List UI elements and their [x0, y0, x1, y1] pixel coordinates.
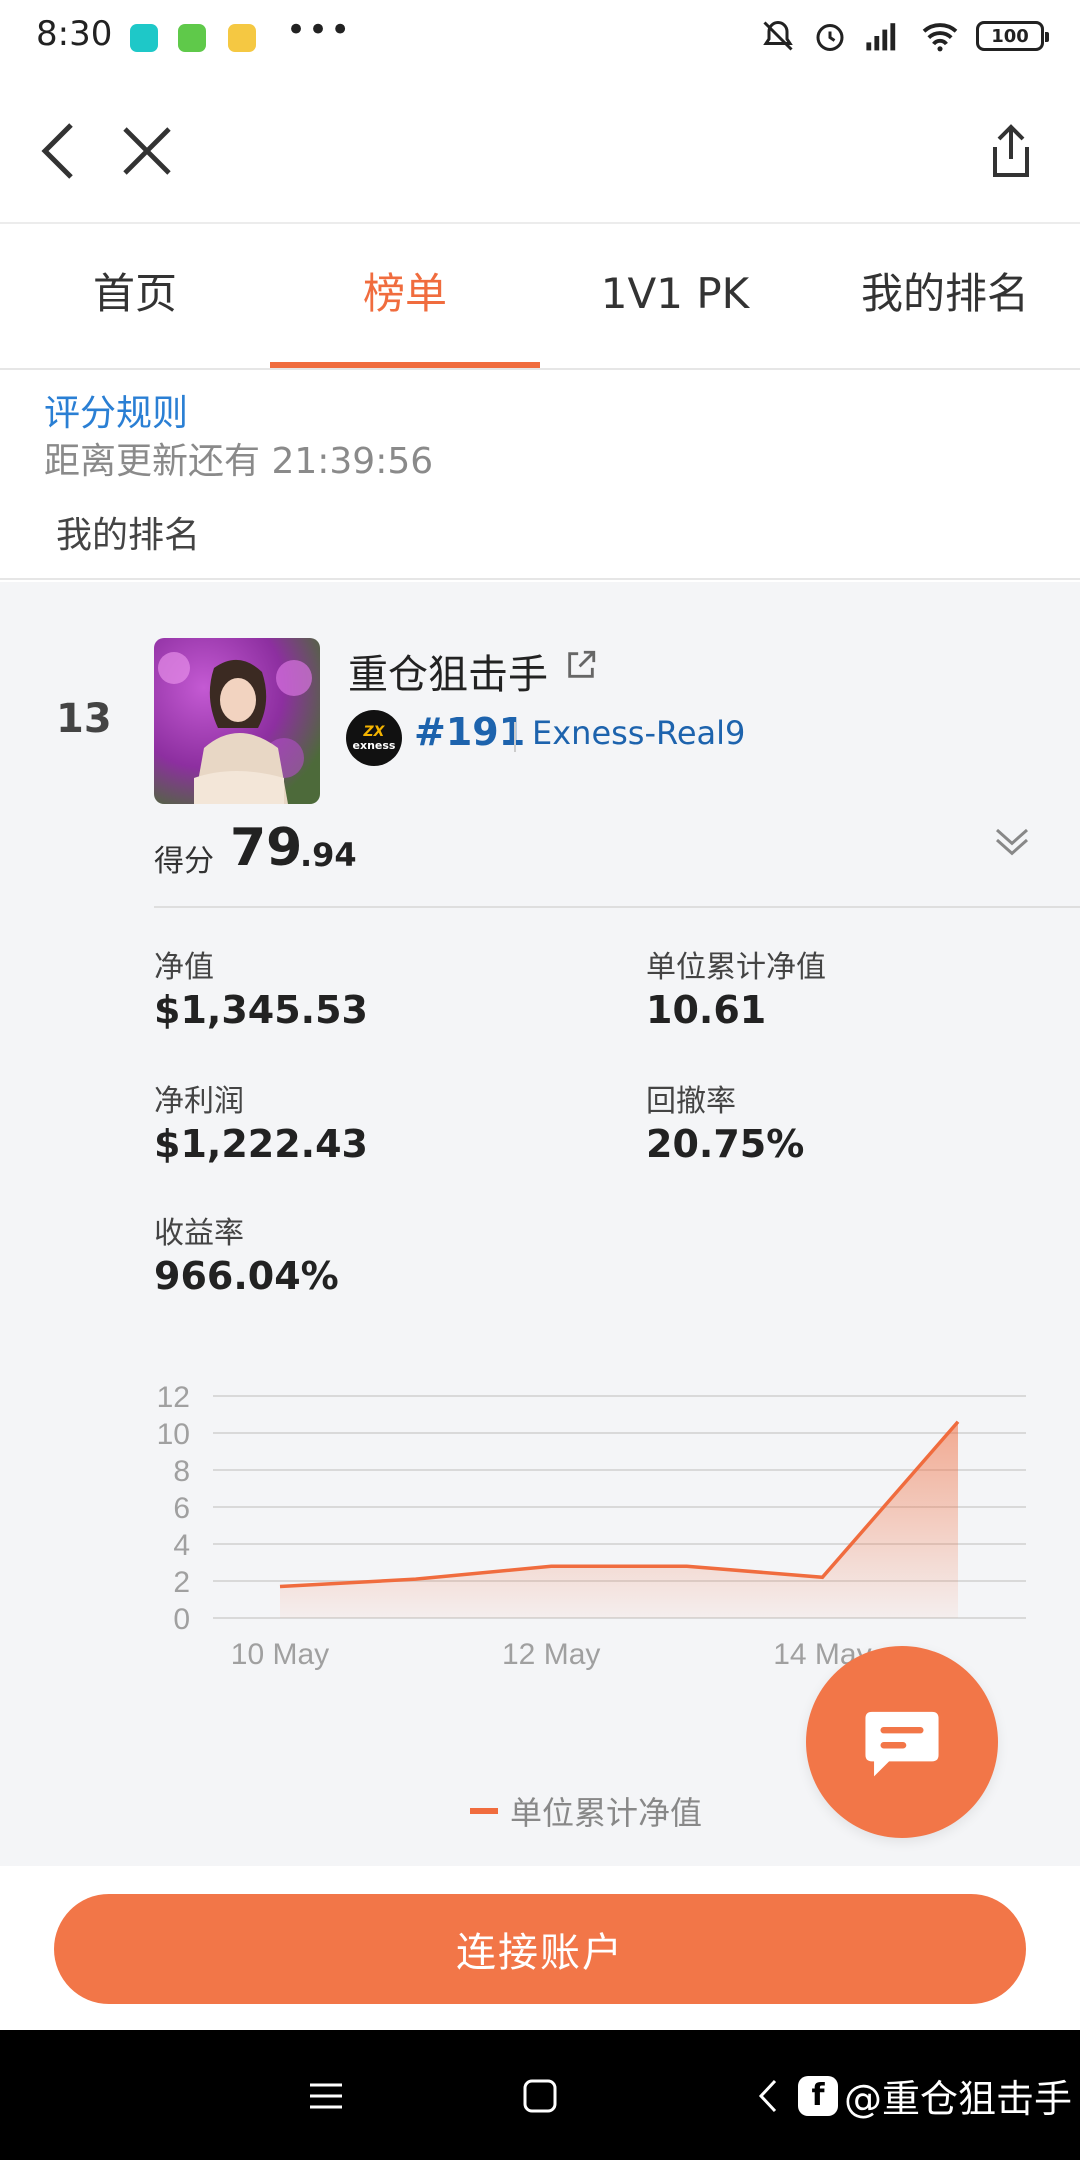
- my-rank-label: 我的排名: [56, 515, 201, 556]
- back-button[interactable]: [24, 116, 94, 186]
- broker-logo: ZX exness: [346, 710, 402, 766]
- server-name: Exness-Real9: [532, 714, 746, 752]
- y-tick-label: 8: [173, 1455, 190, 1488]
- legend-label: 单位累计净值: [510, 1794, 703, 1832]
- avatar[interactable]: [154, 638, 320, 804]
- tab-bar: 首页 榜单 1V1 PK 我的排名: [0, 224, 1080, 370]
- notification-icon: [130, 24, 158, 52]
- home-button[interactable]: [510, 2066, 570, 2126]
- signal-icon: [866, 23, 896, 51]
- unit-nav-value: 10.61: [646, 988, 767, 1032]
- back-nav-icon: [758, 2079, 777, 2113]
- drawdown-value: 20.75%: [646, 1122, 805, 1166]
- tab-leaderboard[interactable]: 榜单: [270, 224, 540, 368]
- status-bar: 8:30 ••• 100: [0, 0, 1080, 76]
- back-nav-button[interactable]: [748, 2066, 788, 2126]
- series-area: [280, 1421, 958, 1618]
- profit-value: $1,222.43: [154, 1122, 368, 1166]
- battery-icon: 100: [976, 21, 1049, 51]
- return-value: 966.04%: [154, 1254, 339, 1298]
- update-countdown: 距离更新还有 21:39:56: [44, 441, 434, 482]
- facebook-icon: f: [798, 2075, 838, 2116]
- account-id: #191: [414, 710, 526, 754]
- chevron-down-icon[interactable]: [992, 820, 1032, 864]
- x-tick-label: 12 May: [502, 1638, 600, 1671]
- wifi-icon: [922, 23, 958, 52]
- status-time: 8:30: [36, 14, 113, 54]
- drawdown-label: 回撤率: [646, 1084, 736, 1119]
- unit-nav-label: 单位累计净值: [646, 950, 826, 985]
- legend-swatch: [470, 1808, 498, 1814]
- score-label: 得分: [154, 844, 214, 879]
- chart-legend: 单位累计净值: [470, 1788, 702, 1834]
- watermark: f @重仓狙击手: [798, 2068, 1072, 2123]
- connect-account-button[interactable]: 连接账户: [54, 1894, 1026, 2004]
- alarm-icon: [816, 24, 844, 51]
- menu-button[interactable]: [296, 2066, 356, 2126]
- y-tick-label: 0: [173, 1603, 190, 1636]
- divider: [514, 722, 516, 752]
- home-icon: [523, 2079, 557, 2113]
- status-icons: 100: [760, 18, 1049, 54]
- share-button[interactable]: [976, 116, 1046, 186]
- more-notifications-icon: •••: [286, 10, 353, 50]
- divider: [154, 906, 1080, 908]
- return-label: 收益率: [154, 1216, 244, 1251]
- mute-icon: [763, 20, 793, 51]
- notification-icon: [178, 24, 206, 52]
- score-value: 79: [230, 818, 303, 878]
- chat-button[interactable]: [806, 1646, 998, 1838]
- back-icon: [41, 123, 73, 179]
- y-tick-label: 12: [157, 1382, 190, 1414]
- nav-value: $1,345.53: [154, 988, 368, 1032]
- system-navigation-bar: f @重仓狙击手: [0, 2030, 1080, 2160]
- profit-label: 净利润: [154, 1084, 244, 1119]
- nav-label: 净值: [154, 950, 214, 985]
- notification-icon: [228, 24, 256, 52]
- rank-number: 13: [56, 696, 112, 742]
- share-icon: [993, 124, 1029, 177]
- y-tick-label: 6: [173, 1492, 190, 1525]
- close-icon: [123, 127, 171, 175]
- close-button[interactable]: [112, 116, 182, 186]
- y-tick-label: 4: [173, 1529, 190, 1562]
- external-link-icon[interactable]: [564, 648, 598, 686]
- trader-name[interactable]: 重仓狙击手: [348, 642, 548, 700]
- x-tick-label: 10 May: [231, 1638, 329, 1671]
- chat-icon: [865, 1711, 939, 1777]
- tab-my-ranking[interactable]: 我的排名: [810, 224, 1080, 368]
- rules-section: 评分规则 距离更新还有 21:39:56 我的排名: [0, 370, 1080, 580]
- tab-1v1-pk[interactable]: 1V1 PK: [540, 224, 810, 368]
- bottom-action-panel: 连接账户: [0, 1866, 1080, 2030]
- y-tick-label: 2: [173, 1566, 190, 1599]
- scoring-rules-link[interactable]: 评分规则: [44, 384, 188, 436]
- menu-icon: [310, 2083, 342, 2109]
- score-decimal: .94: [300, 836, 357, 874]
- y-tick-label: 10: [157, 1418, 190, 1451]
- tab-home[interactable]: 首页: [0, 224, 270, 368]
- top-navigation: [0, 76, 1080, 224]
